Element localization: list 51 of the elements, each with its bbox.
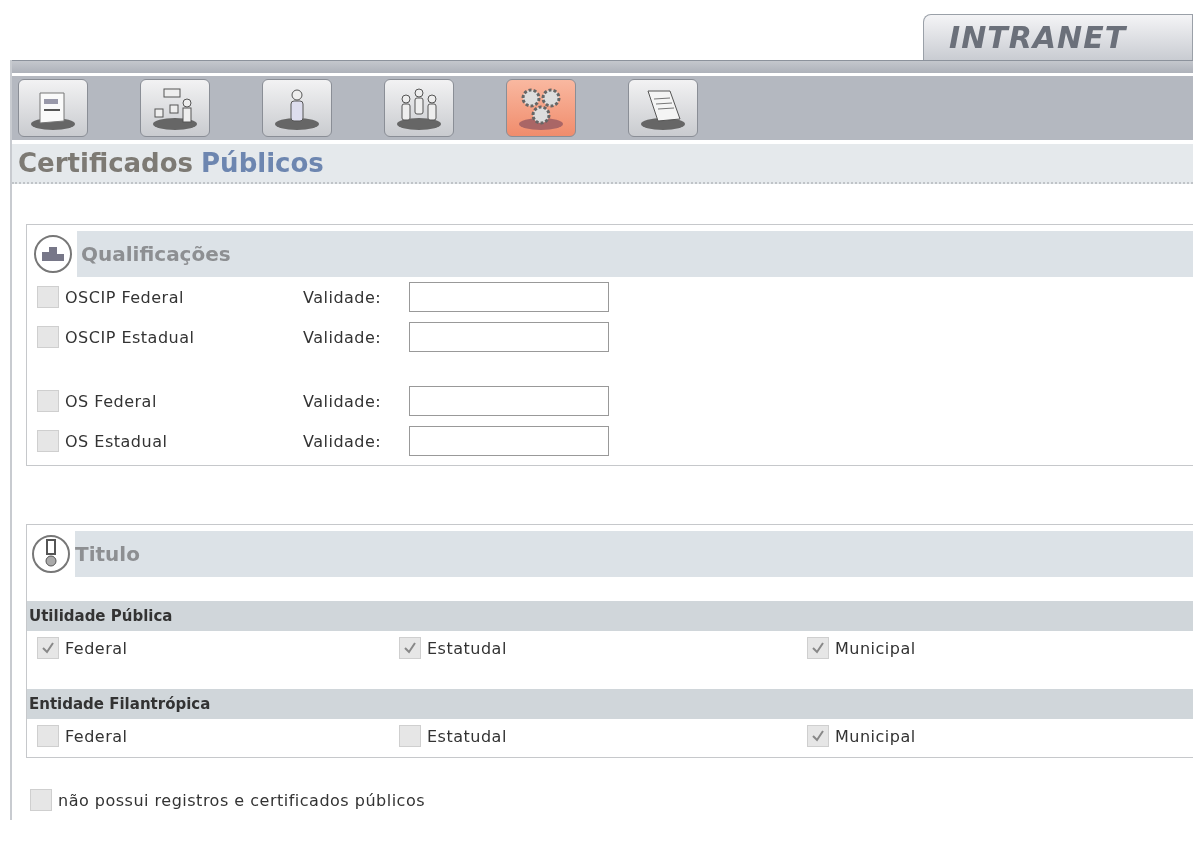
checkbox[interactable]	[37, 286, 59, 308]
podium-icon	[33, 234, 73, 274]
group-icon	[394, 85, 444, 131]
page-title: Certificados Públicos	[12, 144, 1193, 184]
toolbar-button[interactable]	[18, 79, 88, 137]
checkbox-label: Estatudal	[427, 726, 507, 746]
checkbox[interactable]	[37, 725, 59, 747]
section-title: Qualificações	[77, 231, 1193, 277]
checkbox[interactable]	[399, 637, 421, 659]
medal-icon	[31, 534, 71, 574]
checkbox-label: Municipal	[835, 726, 916, 746]
checkmark-icon	[41, 641, 55, 655]
date-field[interactable]	[409, 386, 610, 416]
checkbox-label: Estatudal	[427, 638, 507, 658]
checkbox-label: não possui registros e certificados públicos	[58, 790, 425, 810]
checkbox[interactable]	[37, 326, 59, 348]
toolbar-button[interactable]	[384, 79, 454, 137]
section-title: Titulo	[75, 531, 1193, 577]
checkmark-icon	[403, 641, 417, 655]
group-heading: Utilidade Pública	[27, 601, 1193, 631]
checkbox[interactable]	[37, 637, 59, 659]
toolbar-button[interactable]	[506, 79, 576, 137]
checkbox-label: Federal	[65, 726, 128, 746]
date-field[interactable]	[409, 282, 610, 312]
field-label: Validade:	[303, 391, 382, 411]
checkmark-icon	[811, 641, 825, 655]
checkbox[interactable]	[399, 725, 421, 747]
checkbox[interactable]	[37, 390, 59, 412]
field-label: Validade:	[303, 287, 382, 307]
checkbox-label: OSCIP Estadual	[65, 327, 195, 347]
checkbox[interactable]	[807, 725, 829, 747]
field-label: Validade:	[303, 431, 382, 451]
toolbar-button[interactable]	[262, 79, 332, 137]
logo: INTRANET	[949, 20, 1127, 55]
checkbox-label: OSCIP Federal	[65, 287, 184, 307]
field-label: Validade:	[303, 327, 382, 347]
checkmark-icon	[811, 729, 825, 743]
date-field[interactable]	[409, 426, 610, 456]
checkbox-label: OS Federal	[65, 391, 157, 411]
checkbox[interactable]	[30, 789, 52, 811]
header-tab[interactable]: INTRANET	[923, 14, 1193, 60]
group-heading: Entidade Filantrópica	[27, 689, 1193, 719]
org-chart-icon	[150, 85, 200, 131]
checkbox[interactable]	[37, 430, 59, 452]
date-field[interactable]	[409, 322, 610, 352]
checkbox-label: OS Estadual	[65, 431, 168, 451]
checkbox-label: Federal	[65, 638, 128, 658]
checkbox[interactable]	[807, 637, 829, 659]
checkbox-label: Municipal	[835, 638, 916, 658]
toolbar-button[interactable]	[140, 79, 210, 137]
toolbar-button[interactable]	[628, 79, 698, 137]
